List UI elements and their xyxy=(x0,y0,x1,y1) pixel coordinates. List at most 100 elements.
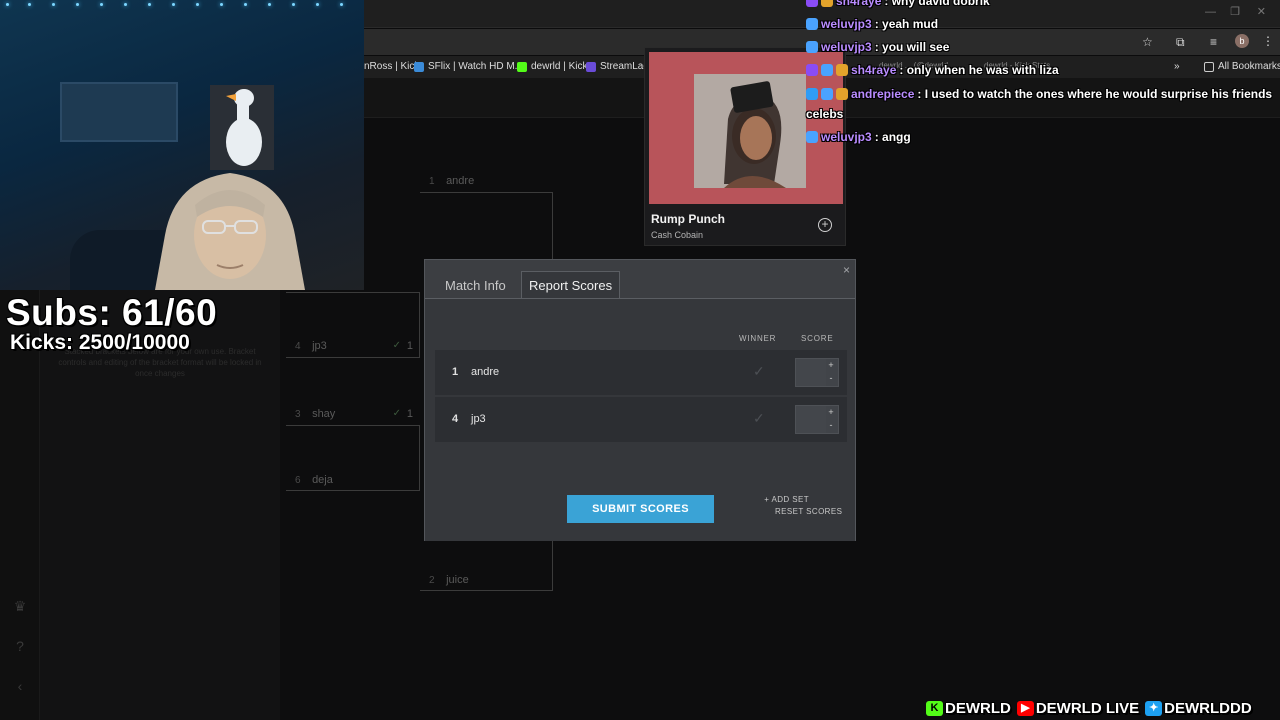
seed: 6 xyxy=(295,475,301,486)
player-score: 1 xyxy=(406,408,413,420)
participant-name: jp3 xyxy=(471,413,486,425)
sub-badge-icon xyxy=(806,131,818,143)
chat-text: : why david dobrik xyxy=(884,0,990,8)
led-light xyxy=(268,3,271,6)
player-name: andre xyxy=(446,175,475,187)
led-light xyxy=(28,3,31,6)
verified-badge-icon xyxy=(821,64,833,76)
twitter-handle: DEWRLDDD xyxy=(1164,700,1252,717)
chat-message: weluvjp3: yeah mud xyxy=(806,17,938,31)
bracket-slot[interactable]: 1 andre xyxy=(429,175,553,195)
moderator-badge-icon xyxy=(806,88,818,100)
chat-username: weluvjp3 xyxy=(821,40,872,54)
bracket-slot[interactable]: 2 juice xyxy=(429,574,553,594)
led-light xyxy=(220,3,223,6)
winner-check-icon[interactable]: ✓ xyxy=(753,410,765,427)
song-title: Rump Punch xyxy=(651,212,725,226)
led-light xyxy=(76,3,79,6)
bookmark-item[interactable]: dewrld | Kick xyxy=(517,61,588,72)
add-circle-icon[interactable]: + xyxy=(818,218,832,232)
participant-row: 4 jp3 ✓ + - xyxy=(435,397,847,442)
chat-message: weluvjp3: you will see xyxy=(806,40,949,54)
gift-badge-icon xyxy=(836,64,848,76)
sflix-icon xyxy=(414,61,424,72)
score-input[interactable] xyxy=(796,359,826,386)
chat-message: weluvjp3: angg xyxy=(806,130,911,144)
participant-name: andre xyxy=(471,366,500,378)
chat-text: celebs xyxy=(806,107,844,121)
wall-poster xyxy=(60,82,178,142)
led-light xyxy=(52,3,55,6)
sub-badge-icon xyxy=(806,0,818,7)
sub-badge-icon xyxy=(806,64,818,76)
help-icon[interactable]: ? xyxy=(11,638,29,656)
seed: 3 xyxy=(295,409,301,420)
score-column-header: SCORE xyxy=(801,334,834,343)
bookmark-item[interactable]: nRoss | Kick xyxy=(364,61,419,72)
chat-username: sh4raye xyxy=(836,0,882,8)
modal-body: WINNER SCORE 1 andre ✓ + - 4 jp3 ✓ + - +… xyxy=(425,298,855,541)
back-icon[interactable]: ‹ xyxy=(11,678,29,696)
check-icon: ✓ xyxy=(392,408,401,419)
chat-username: sh4raye xyxy=(851,63,897,77)
winner-column-header: WINNER xyxy=(739,334,777,343)
streamer xyxy=(155,173,305,290)
kick-icon xyxy=(517,61,527,72)
gift-badge-icon xyxy=(836,88,848,100)
seed: 2 xyxy=(429,575,435,586)
chat-username: weluvjp3 xyxy=(821,17,872,31)
chat-message: andrepiece: I used to watch the ones whe… xyxy=(806,87,1272,101)
goose-plush xyxy=(210,85,274,170)
player-score: 1 xyxy=(406,340,413,352)
bracket-slot[interactable]: 4 jp3 ✓ 1 xyxy=(295,340,419,360)
check-icon: ✓ xyxy=(392,340,401,351)
song-artist: Cash Cobain xyxy=(651,230,704,240)
tab-report-scores[interactable]: Report Scores xyxy=(521,271,621,300)
album-art-photo xyxy=(694,74,806,188)
decrement-button[interactable]: - xyxy=(825,420,837,432)
tab-match-info[interactable]: Match Info xyxy=(445,278,506,293)
streamladder-icon xyxy=(586,61,596,72)
player-name: jp3 xyxy=(312,340,327,352)
score-stepper: + - xyxy=(795,405,839,434)
sub-badge-icon xyxy=(806,18,818,30)
kick-icon: K xyxy=(926,701,943,716)
led-light xyxy=(340,3,343,6)
report-scores-modal: × Match Info Report Scores WINNER SCORE … xyxy=(424,259,856,541)
participant-row: 1 andre ✓ + - xyxy=(435,350,847,395)
player-name: deja xyxy=(312,474,333,486)
chat-username: weluvjp3 xyxy=(821,130,872,144)
participant-seed: 1 xyxy=(452,366,459,378)
score-input[interactable] xyxy=(796,406,826,433)
sub-badge-icon xyxy=(806,41,818,53)
led-light xyxy=(100,3,103,6)
score-stepper: + - xyxy=(795,358,839,387)
winner-check-icon[interactable]: ✓ xyxy=(753,363,765,380)
chat-message-continued: celebs xyxy=(806,107,843,121)
chat-text: : you will see xyxy=(874,40,950,54)
decrement-button[interactable]: - xyxy=(825,373,837,385)
increment-button[interactable]: + xyxy=(825,407,837,419)
seed: 1 xyxy=(429,176,435,187)
kicks-goal: Kicks: 2500/10000 xyxy=(10,331,190,354)
bracket-slot[interactable]: 6 deja xyxy=(295,474,419,494)
led-light xyxy=(244,3,247,6)
bookmark-item[interactable]: SFlix | Watch HD M... xyxy=(414,61,523,72)
youtube-handle: DEWRLD LIVE xyxy=(1035,700,1140,717)
participant-seed: 4 xyxy=(452,413,459,425)
chat-message: sh4raye: why david dobrik xyxy=(806,0,990,8)
chat-text: : I used to watch the ones where he woul… xyxy=(917,87,1273,101)
increment-button[interactable]: + xyxy=(825,360,837,372)
reset-scores-button[interactable]: RESET SCORES xyxy=(775,507,842,516)
bookmark-label: nRoss | Kick xyxy=(364,61,420,72)
close-icon[interactable]: × xyxy=(843,263,850,277)
submit-scores-button[interactable]: SUBMIT SCORES xyxy=(567,495,714,523)
subs-goal: Subs: 61/60 xyxy=(6,292,218,333)
led-light xyxy=(172,3,175,6)
crown-icon[interactable]: ♛ xyxy=(11,598,29,616)
led-light xyxy=(6,3,9,6)
bracket-slot[interactable]: 3 shay ✓ 1 xyxy=(295,408,419,428)
add-set-link[interactable]: + ADD SET xyxy=(764,495,809,504)
kick-handle: DEWRLD xyxy=(945,700,1011,717)
chat-overlay: sh4raye: why david dobrik weluvjp3: yeah… xyxy=(804,0,1280,160)
